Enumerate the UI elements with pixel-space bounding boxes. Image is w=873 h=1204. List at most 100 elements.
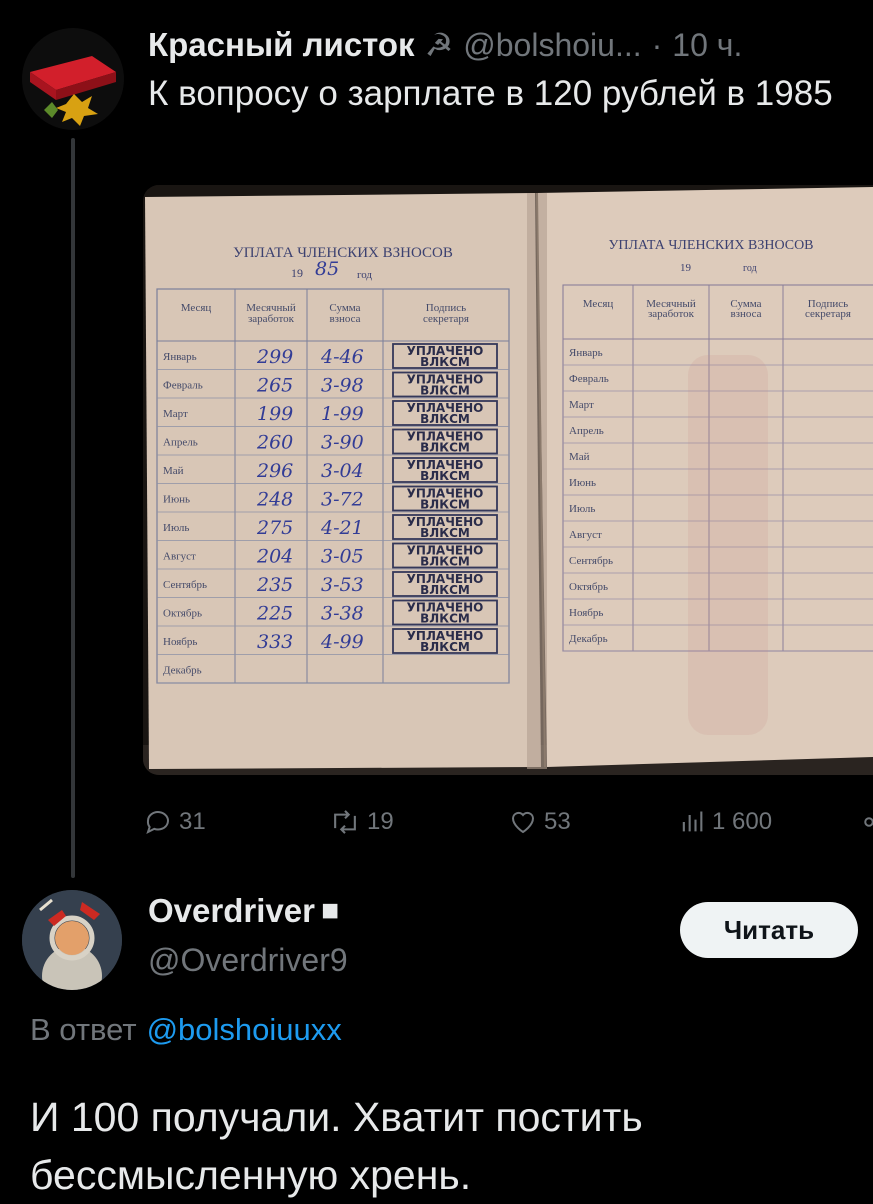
left-salary-value: 333 (257, 631, 293, 653)
reply-to-link[interactable]: @bolshoiuuxx (147, 1012, 342, 1048)
paid-stamp-text: ВЛКСМ (420, 640, 470, 654)
page-watermark (688, 355, 768, 735)
left-salary-value: 225 (256, 603, 293, 625)
tweet-text: К вопросу о зарплате в 120 рублей в 1985 (148, 74, 833, 113)
left-salary-value: 248 (256, 489, 293, 511)
left-salary-value: 260 (256, 432, 293, 454)
left-salary-value: 235 (256, 574, 293, 596)
left-salary-value: 296 (256, 460, 293, 482)
left-fee-value: 4-46 (320, 346, 364, 368)
left-month-label: Октябрь (163, 608, 202, 620)
left-fee-value: 1-99 (321, 403, 364, 425)
membership-card-photo: УПЛАТА ЧЛЕНСКИХ ВЗНОСОВ 19 85 год Месяц М… (143, 185, 873, 775)
right-table-header: Месяц (583, 298, 614, 310)
reply-text: И 100 получали. Хватит постить бессмысле… (30, 1094, 643, 1198)
right-year-prefix: 19 (680, 262, 692, 274)
left-month-label: Сентябрь (163, 579, 207, 591)
left-month-label: Июнь (163, 494, 190, 506)
left-page-title: УПЛАТА ЧЛЕНСКИХ ВЗНОСОВ (233, 245, 453, 261)
paid-stamp-text: ВЛКСМ (420, 526, 470, 540)
left-month-label: Ноябрь (163, 636, 197, 648)
thread-line (71, 138, 75, 878)
left-table-header: секретаря (423, 313, 469, 325)
right-month-label: Март (569, 399, 594, 411)
follow-button[interactable]: Читать (680, 902, 858, 958)
hammer-sickle-icon: ☭ (424, 27, 454, 63)
left-salary-value: 199 (257, 403, 293, 425)
views-chart-icon (682, 811, 703, 832)
reply-author-name[interactable]: Overdriver (148, 892, 315, 930)
reply-icon (146, 811, 169, 834)
author-avatar[interactable] (22, 28, 124, 130)
paid-stamp-text: ВЛКСМ (420, 412, 470, 426)
repost-count: 19 (367, 808, 394, 835)
left-month-label: Июль (163, 522, 189, 534)
repost-icon (334, 810, 356, 834)
right-table-header: заработок (648, 308, 695, 320)
paid-stamp-text: ВЛКСМ (420, 498, 470, 512)
left-month-label: Апрель (163, 437, 198, 449)
right-month-label: Август (569, 529, 602, 541)
left-month-label: Декабрь (163, 665, 202, 677)
right-month-label: Январь (569, 347, 603, 359)
right-month-label: Июнь (569, 477, 596, 489)
right-month-label: Июль (569, 503, 595, 515)
left-year-handwritten: 85 (315, 258, 339, 280)
tweet-photo[interactable]: УПЛАТА ЧЛЕНСКИХ ВЗНОСОВ 19 85 год Месяц М… (143, 185, 873, 775)
views-action[interactable]: 1 600 (678, 800, 772, 844)
paid-stamp-text: ВЛКСМ (420, 441, 470, 455)
reply-author-handle[interactable]: @Overdriver9 (148, 942, 348, 979)
paid-stamp-text: ВЛКСМ (420, 555, 470, 569)
left-fee-value: 4-21 (320, 517, 364, 539)
tweet-header: Красный листок ☭ @bolshoiu... · 10 ч. (148, 22, 742, 68)
reply-header: Overdriver ■ (148, 892, 339, 930)
left-salary-value: 265 (256, 375, 293, 397)
left-fee-value: 3-72 (321, 489, 364, 511)
right-month-label: Февраль (569, 373, 609, 385)
author-handle[interactable]: @bolshoiu... (463, 27, 641, 64)
right-page-title: УПЛАТА ЧЛЕНСКИХ ВЗНОСОВ (608, 238, 813, 253)
share-icon (864, 817, 873, 827)
left-month-label: Май (163, 465, 184, 477)
like-action[interactable]: 53 (508, 800, 571, 844)
right-year-suffix: год (743, 263, 757, 274)
share-action[interactable] (859, 800, 873, 844)
cosmonaut-avatar-image (22, 890, 122, 990)
left-table-header: Месяц (181, 302, 212, 314)
left-salary-value: 299 (256, 346, 293, 368)
right-month-label: Май (569, 451, 590, 463)
left-fee-value: 3-04 (321, 460, 364, 482)
reply-author-avatar[interactable] (22, 890, 122, 990)
right-table-header: взноса (730, 308, 761, 320)
reply-action[interactable]: 31 (143, 800, 206, 844)
view-count: 1 600 (712, 808, 773, 835)
left-salary-value: 204 (256, 546, 293, 568)
left-fee-value: 3-05 (321, 546, 364, 568)
tweet-time[interactable]: 10 ч. (672, 27, 742, 64)
author-name[interactable]: Красный листок (148, 26, 415, 64)
left-month-label: Февраль (163, 380, 203, 392)
left-table-header: взноса (329, 313, 360, 325)
left-month-label: Январь (163, 351, 197, 363)
left-fee-value: 3-53 (321, 574, 364, 596)
reply-count: 31 (179, 808, 206, 835)
right-month-label: Ноябрь (569, 607, 603, 619)
right-month-label: Октябрь (569, 581, 608, 593)
black-square-badge-icon: ■ (320, 894, 340, 927)
right-month-label: Сентябрь (569, 555, 613, 567)
paid-stamp-text: ВЛКСМ (420, 384, 470, 398)
left-fee-value: 4-99 (320, 631, 364, 653)
reply-context: В ответ @bolshoiuuxx (30, 1012, 342, 1048)
dot-separator: · (651, 26, 663, 63)
left-salary-value: 275 (256, 517, 293, 539)
left-fee-value: 3-98 (321, 375, 364, 397)
paid-stamp-text: ВЛКСМ (420, 469, 470, 483)
paid-stamp-text: ВЛКСМ (420, 583, 470, 597)
left-table-header: заработок (248, 313, 295, 325)
tweet-actions: 31 19 53 1 600 (143, 800, 873, 844)
right-table-header: секретаря (805, 308, 851, 320)
like-count: 53 (544, 808, 571, 835)
left-month-label: Март (163, 408, 188, 420)
paid-stamp-text: ВЛКСМ (420, 355, 470, 369)
repost-action[interactable]: 19 (329, 800, 394, 844)
